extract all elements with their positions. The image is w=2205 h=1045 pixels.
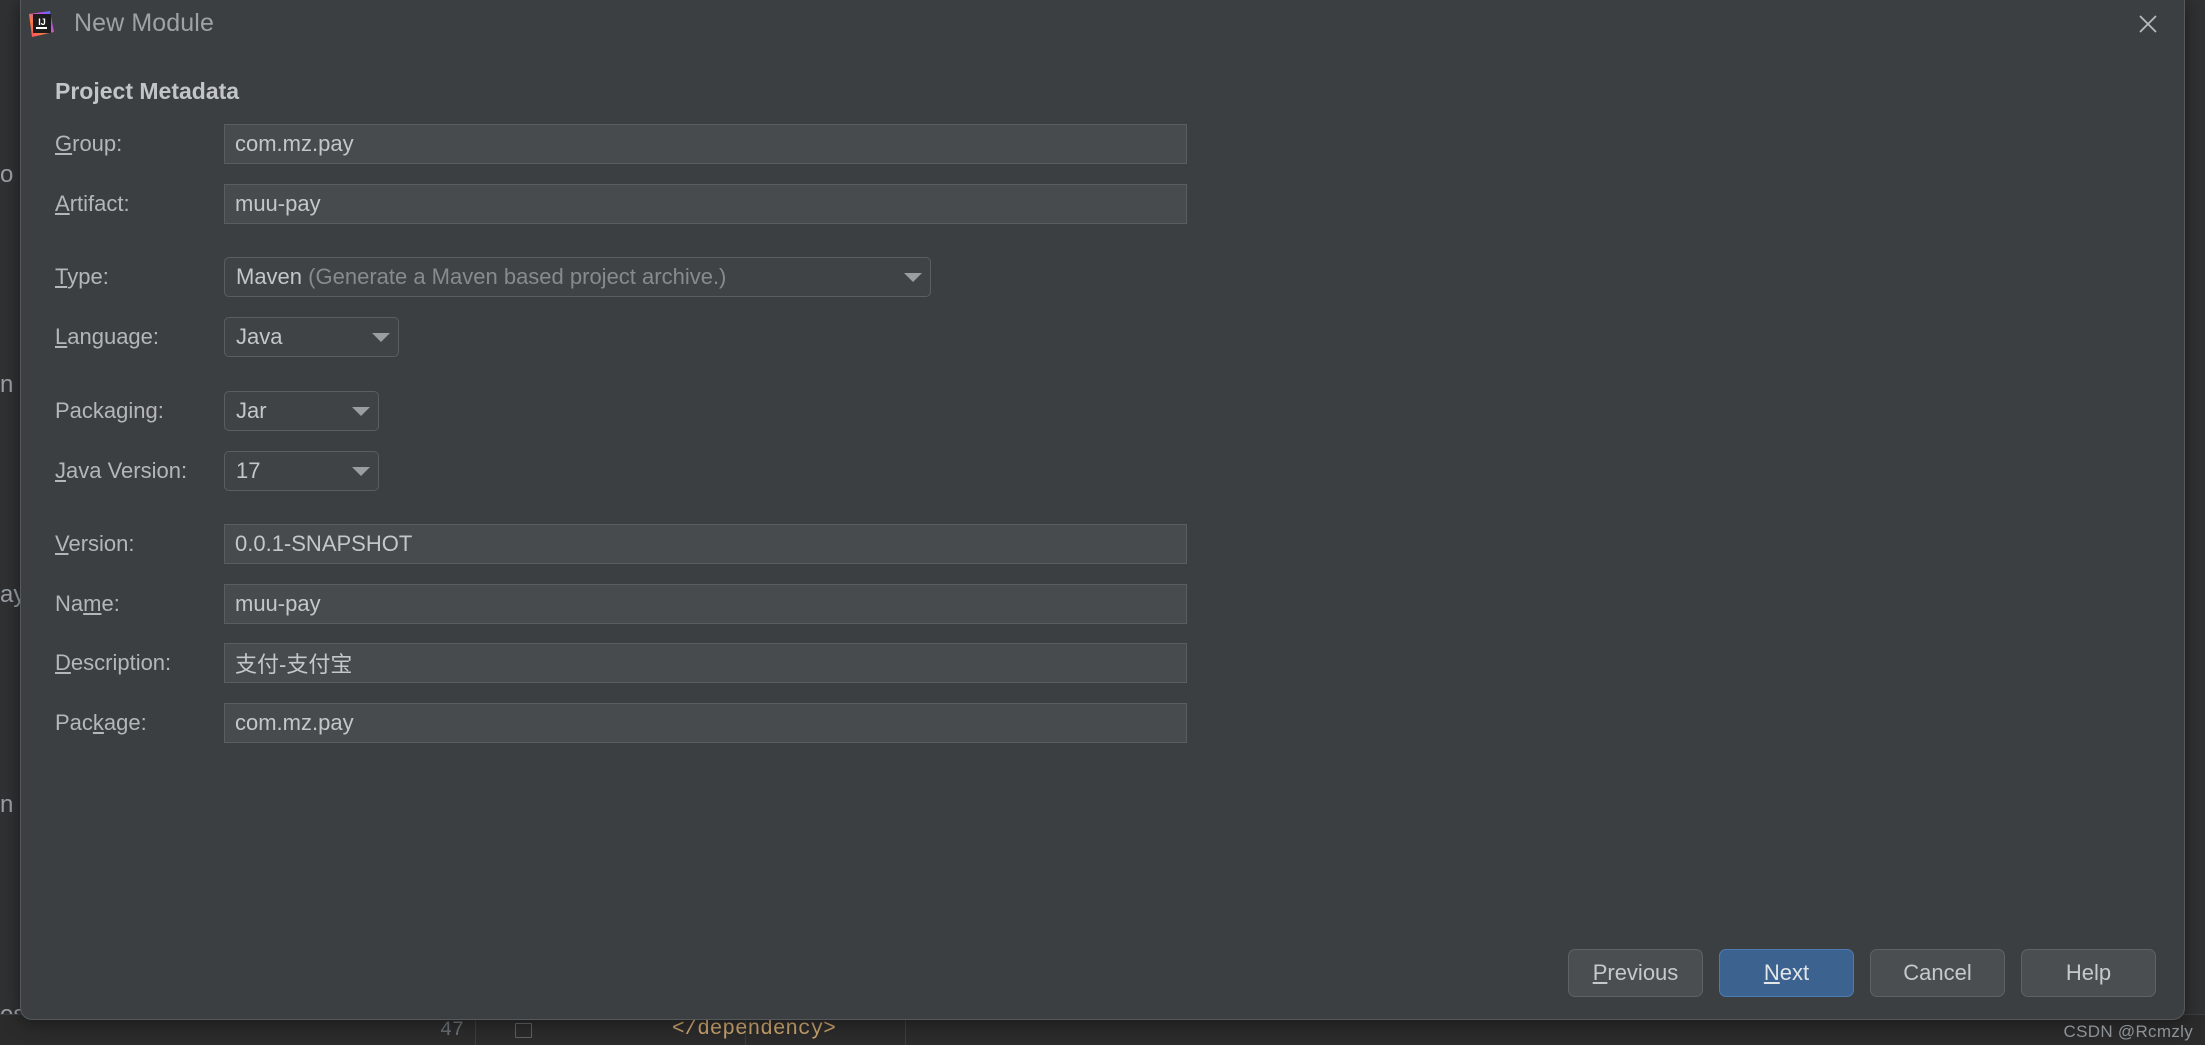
editor-code-text: </dependency> xyxy=(672,1018,836,1041)
form-row-version: Version: 0.0.1-SNAPSHOT xyxy=(21,524,2184,564)
background-code-fragments: o n ay n es o xyxy=(0,0,22,1045)
form-row-packaging: Packaging: Jar xyxy=(21,391,2184,431)
type-selected-value: Maven xyxy=(236,264,303,289)
label-language: Language: xyxy=(55,324,160,349)
form-row-description: Description: 支付-支付宝 xyxy=(21,643,2184,683)
label-description: Description: xyxy=(55,650,172,675)
dialog-button-bar: Previous Next Cancel Help xyxy=(1568,949,2156,997)
form-row-package: Package: com.mz.pay xyxy=(21,703,2184,743)
editor-line-number: 47 xyxy=(440,1019,465,1042)
artifact-input[interactable]: muu-pay xyxy=(224,184,1187,224)
name-input[interactable]: muu-pay xyxy=(224,584,1187,624)
project-metadata-form: Project Metadata Group: com.mz.pay Artif… xyxy=(21,50,2184,899)
label-type: Type: xyxy=(55,264,109,289)
dialog-titlebar: IJ New Module xyxy=(21,0,2184,50)
type-hint-text: (Generate a Maven based project archive.… xyxy=(308,264,727,289)
type-dropdown[interactable]: Maven (Generate a Maven based project ar… xyxy=(224,257,931,297)
previous-button[interactable]: Previous xyxy=(1568,949,1703,997)
chevron-down-icon xyxy=(904,272,922,282)
package-input[interactable]: com.mz.pay xyxy=(224,703,1187,743)
next-button[interactable]: Next xyxy=(1719,949,1854,997)
chevron-down-icon xyxy=(352,406,370,416)
fold-marker-icon xyxy=(515,1023,532,1038)
intellij-idea-logo-icon: IJ xyxy=(26,9,56,39)
label-packaging: Packaging: xyxy=(55,398,164,423)
label-name: Name: xyxy=(55,591,120,616)
background-fragment: o xyxy=(0,161,14,188)
form-row-name: Name: muu-pay xyxy=(21,584,2184,624)
background-fragment: n xyxy=(0,371,14,398)
chevron-down-icon xyxy=(352,466,370,476)
form-row-language: Language: Java xyxy=(21,317,2184,357)
svg-text:IJ: IJ xyxy=(38,17,46,27)
description-input[interactable]: 支付-支付宝 xyxy=(224,643,1187,683)
section-title: Project Metadata xyxy=(55,78,240,104)
packaging-selected-value: Jar xyxy=(236,398,267,423)
watermark: CSDN @Rcmzly xyxy=(2063,1022,2193,1041)
dialog-title: New Module xyxy=(74,9,214,37)
chevron-down-icon xyxy=(372,332,390,342)
form-row-java-version: Java Version: 17 xyxy=(21,451,2184,491)
java-version-selected-value: 17 xyxy=(236,458,261,483)
label-package: Package: xyxy=(55,710,147,735)
java-version-dropdown[interactable]: 17 xyxy=(224,451,379,491)
close-icon[interactable] xyxy=(2126,4,2170,44)
cancel-button[interactable]: Cancel xyxy=(1870,949,2005,997)
language-selected-value: Java xyxy=(236,324,283,349)
new-module-dialog: IJ New Module Project Metadata Group: co… xyxy=(20,0,2185,1020)
background-fragment: ay xyxy=(0,581,22,608)
group-input[interactable]: com.mz.pay xyxy=(224,124,1187,164)
help-button[interactable]: Help xyxy=(2021,949,2156,997)
form-row-group: Group: com.mz.pay xyxy=(21,124,2184,164)
version-input[interactable]: 0.0.1-SNAPSHOT xyxy=(224,524,1187,564)
label-java-version: Java Version: xyxy=(55,458,188,483)
form-row-artifact: Artifact: muu-pay xyxy=(21,184,2184,224)
background-fragment: n xyxy=(0,791,14,818)
language-dropdown[interactable]: Java xyxy=(224,317,399,357)
label-group: Group: xyxy=(55,131,123,156)
label-artifact: Artifact: xyxy=(55,191,130,216)
form-row-type: Type: Maven (Generate a Maven based proj… xyxy=(21,257,2184,297)
label-version: Version: xyxy=(55,531,135,556)
packaging-dropdown[interactable]: Jar xyxy=(224,391,379,431)
